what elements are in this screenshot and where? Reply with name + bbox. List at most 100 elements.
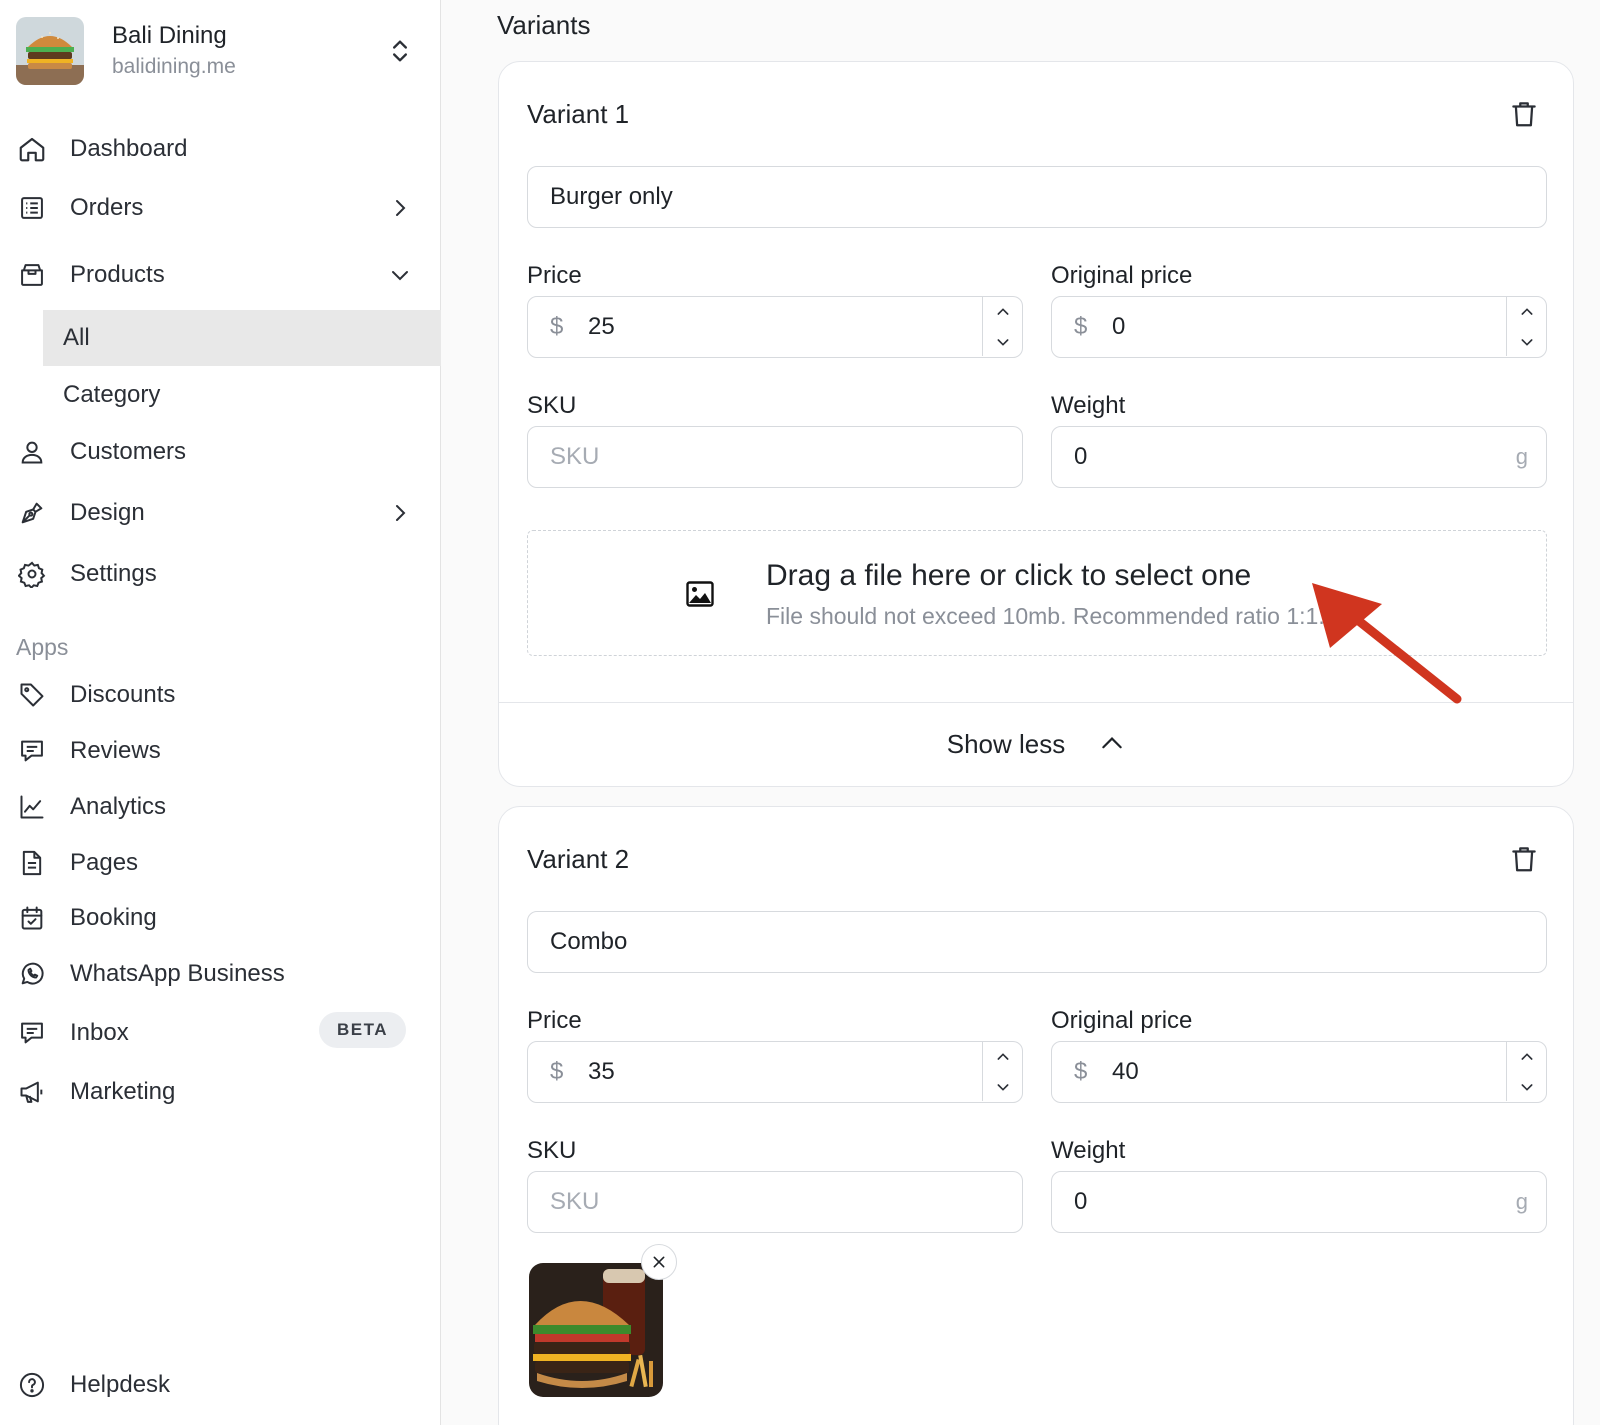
trash-icon[interactable] <box>1509 844 1539 874</box>
nav-customers[interactable]: Customers <box>16 428 426 476</box>
price-stepper[interactable] <box>982 297 1022 356</box>
nav-design-label: Design <box>70 499 145 526</box>
nav-reviews[interactable]: Reviews <box>16 727 426 775</box>
price-input[interactable]: $ 35 <box>527 1041 1023 1103</box>
home-icon <box>16 133 48 165</box>
nav-reviews-label: Reviews <box>70 737 161 764</box>
nav-products-category[interactable]: Category <box>43 367 441 423</box>
products-icon <box>16 259 48 291</box>
trash-icon[interactable] <box>1509 99 1539 129</box>
nav-dashboard-label: Dashboard <box>70 135 188 162</box>
booking-icon <box>16 902 48 934</box>
weight-label: Weight <box>1051 392 1126 419</box>
price-value: 35 <box>588 1058 615 1085</box>
chevron-down-icon[interactable] <box>1507 327 1547 356</box>
nav-pages[interactable]: Pages <box>16 839 426 887</box>
discounts-icon <box>16 679 48 711</box>
sku-label: SKU <box>527 1137 577 1164</box>
nav-orders[interactable]: Orders <box>16 184 426 232</box>
sidebar: Bali Dining balidining.me Dashboard Orde… <box>0 0 441 1425</box>
store-domain: balidining.me <box>112 55 236 78</box>
chevron-up-icon[interactable] <box>1507 1042 1547 1071</box>
nav-settings-label: Settings <box>70 560 157 587</box>
orders-icon <box>16 192 48 224</box>
chevron-right-icon <box>396 200 406 216</box>
dropzone-title: Drag a file here or click to select one <box>766 559 1252 592</box>
weight-unit: g <box>1515 444 1528 469</box>
store-logo <box>16 17 84 85</box>
image-icon <box>686 581 714 607</box>
nav-products-label: Products <box>70 261 165 288</box>
nav-orders-label: Orders <box>70 194 144 221</box>
analytics-icon <box>16 791 48 823</box>
chevron-up-icon[interactable] <box>1507 297 1547 326</box>
nav-products[interactable]: Products <box>16 251 426 299</box>
price-value: 25 <box>588 313 615 340</box>
variant-name-input[interactable]: Burger only <box>527 166 1547 228</box>
variant-image-thumbnail[interactable] <box>529 1263 663 1397</box>
variant-name-value: Combo <box>550 928 628 955</box>
pages-icon <box>16 847 48 879</box>
original-price-stepper[interactable] <box>1506 297 1546 356</box>
nav-analytics[interactable]: Analytics <box>16 783 426 831</box>
original-price-label: Original price <box>1051 1007 1193 1034</box>
original-price-input[interactable]: $ 0 <box>1051 296 1547 358</box>
nav-helpdesk-label: Helpdesk <box>70 1371 171 1398</box>
weight-input[interactable]: 0 g <box>1051 426 1547 488</box>
nav-discounts[interactable]: Discounts <box>16 671 426 719</box>
original-price-label: Original price <box>1051 262 1193 289</box>
nav-booking[interactable]: Booking <box>16 894 426 942</box>
beta-badge: BETA <box>318 1012 406 1048</box>
nav-products-all[interactable]: All <box>43 310 441 366</box>
original-price-stepper[interactable] <box>1506 1042 1546 1101</box>
price-input[interactable]: $ 25 <box>527 296 1023 358</box>
weight-value: 0 <box>1074 443 1088 470</box>
design-icon <box>16 497 48 529</box>
nav-helpdesk[interactable]: Helpdesk <box>16 1361 426 1409</box>
remove-image-button[interactable] <box>641 1244 677 1280</box>
sku-input[interactable]: SKU <box>527 426 1023 488</box>
chevron-up-icon[interactable] <box>983 297 1023 326</box>
apps-section-title: Apps <box>16 634 69 660</box>
currency-symbol: $ <box>550 1058 564 1085</box>
nav-marketing[interactable]: Marketing <box>16 1068 426 1116</box>
nav-customers-label: Customers <box>70 438 187 465</box>
nav-dashboard[interactable]: Dashboard <box>16 125 426 173</box>
nav-whatsapp-business[interactable]: WhatsApp Business <box>16 950 426 998</box>
price-stepper[interactable] <box>982 1042 1022 1101</box>
sku-placeholder: SKU <box>550 1188 600 1215</box>
currency-symbol: $ <box>550 313 564 340</box>
weight-unit: g <box>1515 1189 1528 1214</box>
nav-inbox[interactable]: Inbox BETA <box>16 1009 426 1057</box>
show-less-button[interactable]: Show less <box>499 703 1573 785</box>
whatsapp-icon <box>16 958 48 990</box>
nav-design[interactable]: Design <box>16 489 426 537</box>
nav-pages-label: Pages <box>70 849 139 876</box>
annotation-arrow <box>1312 583 1462 704</box>
chevron-down-icon[interactable] <box>983 1072 1023 1101</box>
weight-input[interactable]: 0 g <box>1051 1171 1547 1233</box>
price-label: Price <box>527 262 582 289</box>
sku-input[interactable]: SKU <box>527 1171 1023 1233</box>
settings-icon <box>16 558 48 590</box>
show-less-label: Show less <box>946 728 1066 759</box>
store-name: Bali Dining <box>112 22 227 49</box>
original-price-input[interactable]: $ 40 <box>1051 1041 1547 1103</box>
nav-analytics-label: Analytics <box>70 793 167 820</box>
chevron-up-down-icon[interactable] <box>386 37 414 65</box>
weight-label: Weight <box>1051 1137 1126 1164</box>
store-switcher[interactable]: Bali Dining balidining.me <box>16 17 426 85</box>
chevron-down-icon[interactable] <box>983 327 1023 356</box>
variant-title: Variant 1 <box>527 99 630 129</box>
variant-name-input[interactable]: Combo <box>527 911 1547 973</box>
nav-settings[interactable]: Settings <box>16 550 426 598</box>
original-price-value: 40 <box>1112 1058 1139 1085</box>
helpdesk-icon <box>16 1369 48 1401</box>
nav-booking-label: Booking <box>70 904 157 931</box>
chevron-down-icon[interactable] <box>1507 1072 1547 1101</box>
variant-card-2: Variant 2 Combo Price $ 35 Original pric… <box>498 806 1574 1425</box>
chevron-up-icon <box>1102 737 1122 749</box>
chevron-up-icon[interactable] <box>983 1042 1023 1071</box>
nav-inbox-label: Inbox <box>70 1019 129 1046</box>
chevron-right-icon <box>396 505 406 521</box>
